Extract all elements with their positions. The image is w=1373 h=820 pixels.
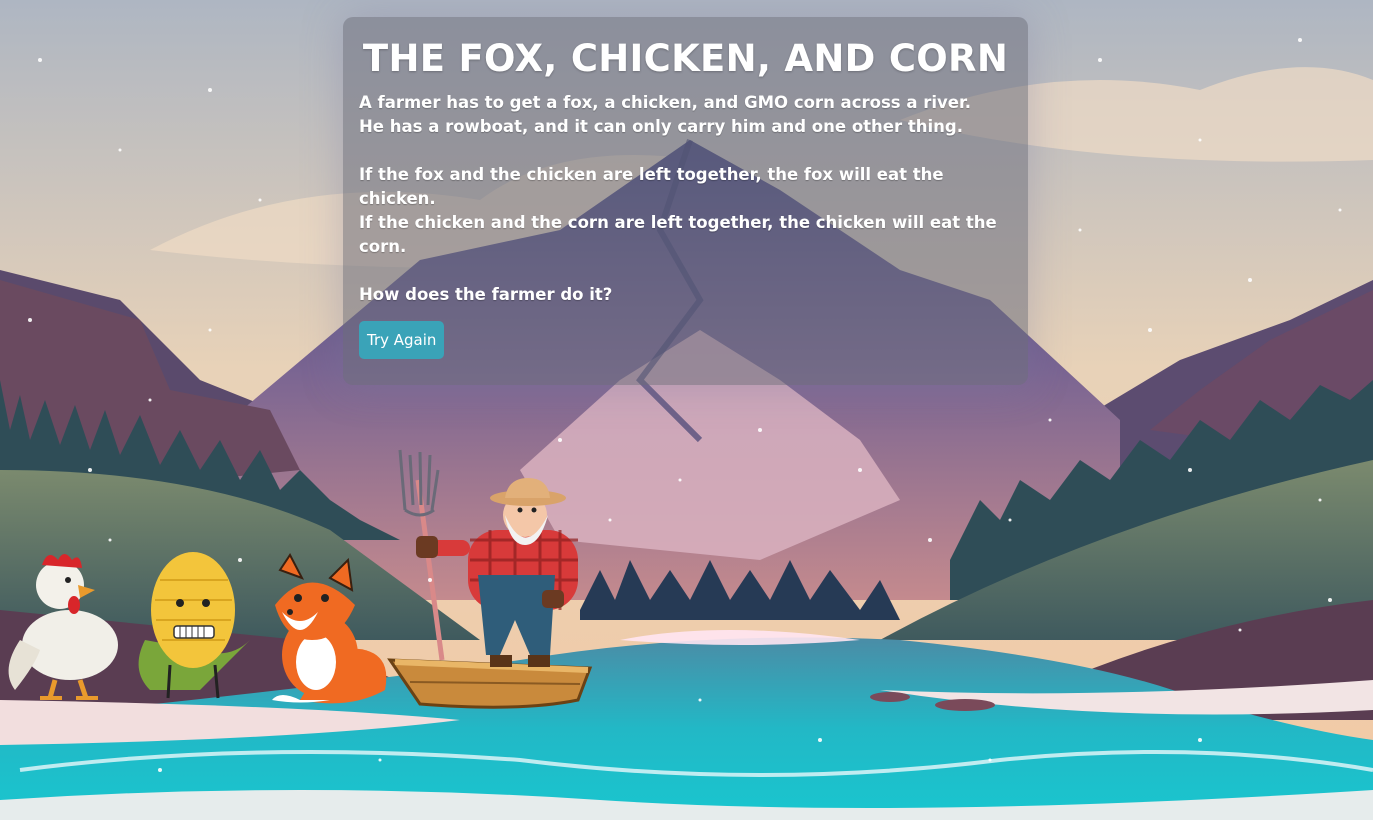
story-line: He has a rowboat, and it can only carry … (359, 117, 963, 136)
rowboat[interactable] (387, 658, 593, 709)
story-question: How does the farmer do it? (359, 285, 613, 304)
game-title: THE FOX, CHICKEN, AND CORN (362, 37, 1009, 80)
story-line: A farmer has to get a fox, a chicken, an… (359, 93, 972, 112)
story-spacer (359, 139, 1009, 163)
story-line: If the chicken and the corn are left tog… (359, 213, 997, 256)
river-rock (935, 699, 995, 711)
puzzle-story: A farmer has to get a fox, a chicken, an… (359, 91, 1009, 307)
river-rock (870, 692, 910, 702)
try-again-button[interactable]: Try Again (359, 321, 445, 359)
story-line: If the fox and the chicken are left toge… (359, 165, 944, 208)
story-spacer (359, 259, 1009, 283)
puzzle-panel: THE FOX, CHICKEN, AND CORN A farmer has … (343, 17, 1028, 385)
